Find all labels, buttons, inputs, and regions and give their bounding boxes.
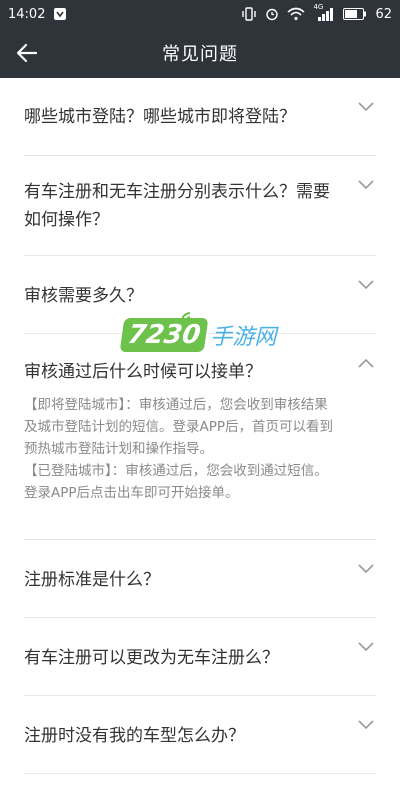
faq-question: 注册标准是什么？ [24,570,160,590]
faq-answer-line: 及城市登陆计划的短信。登录APP后，首页可以看到 [24,419,334,435]
alarm-icon [265,7,279,21]
faq-answer: 【即将登陆城市】：审核通过后，您会收到审核结果 及城市登陆计划的短信。登录APP… [24,394,376,504]
faq-item-expanded[interactable]: 审核通过后什么时候可以接单？ 【即将登陆城市】：审核通过后，您会收到审核结果 及… [24,334,376,540]
app-bar: 常见问题 [0,28,400,78]
back-button[interactable] [10,36,44,70]
page-title: 常见问题 [162,44,238,65]
chevron-up-icon [358,358,374,368]
faq-question: 哪些城市登陆？哪些城市即将登陆？ [24,107,296,127]
faq-item[interactable]: 哪些城市登陆？哪些城市即将登陆？ [24,78,376,156]
chevron-down-icon [358,720,374,730]
chevron-down-icon [358,102,374,112]
faq-question: 有车注册和无车注册分别表示什么？需要如何操作？ [24,182,330,230]
vibrate-icon [241,7,257,21]
status-time: 14:02 [8,6,46,22]
faq-item[interactable]: 有车注册可以更改为无车注册么？ [24,618,376,696]
battery-icon [343,8,367,20]
faq-item[interactable]: 注册标准是什么？ [24,540,376,618]
wifi-icon [287,7,305,21]
chevron-down-icon [358,180,374,190]
status-bar: 14:02 4G 62 [0,0,400,28]
faq-item[interactable]: 有车注册和无车注册分别表示什么？需要如何操作？ [24,156,376,256]
faq-item[interactable]: 注册时没有我的车型怎么办？ [24,696,376,774]
chevron-down-icon [358,642,374,652]
signal-icon: 4G [313,3,335,21]
battery-percent: 62 [375,6,392,22]
chevron-down-icon [358,280,374,290]
faq-question: 审核通过后什么时候可以接单？ [24,362,262,382]
faq-question: 有车注册可以更改为无车注册么？ [24,648,279,668]
faq-answer-line: 【即将登陆城市】：审核通过后，您会收到审核结果 [24,397,328,413]
faq-answer-line: 预热城市登陆计划和操作指导。 [24,441,213,457]
faq-answer-line: 【已登陆城市】：审核通过后，您会收到通过短信。 [24,463,328,479]
arrow-left-icon [16,43,38,63]
faq-list: 哪些城市登陆？哪些城市即将登陆？ 有车注册和无车注册分别表示什么？需要如何操作？… [0,78,400,774]
faq-item[interactable]: 审核需要多久？ [24,256,376,334]
network-type-label: 4G [313,3,324,11]
notification-icon [53,7,67,21]
faq-answer-line: 登录APP后点击出车即可开始接单。 [24,485,239,501]
faq-question: 注册时没有我的车型怎么办？ [24,726,245,746]
faq-question: 审核需要多久？ [24,286,143,306]
chevron-down-icon [358,564,374,574]
